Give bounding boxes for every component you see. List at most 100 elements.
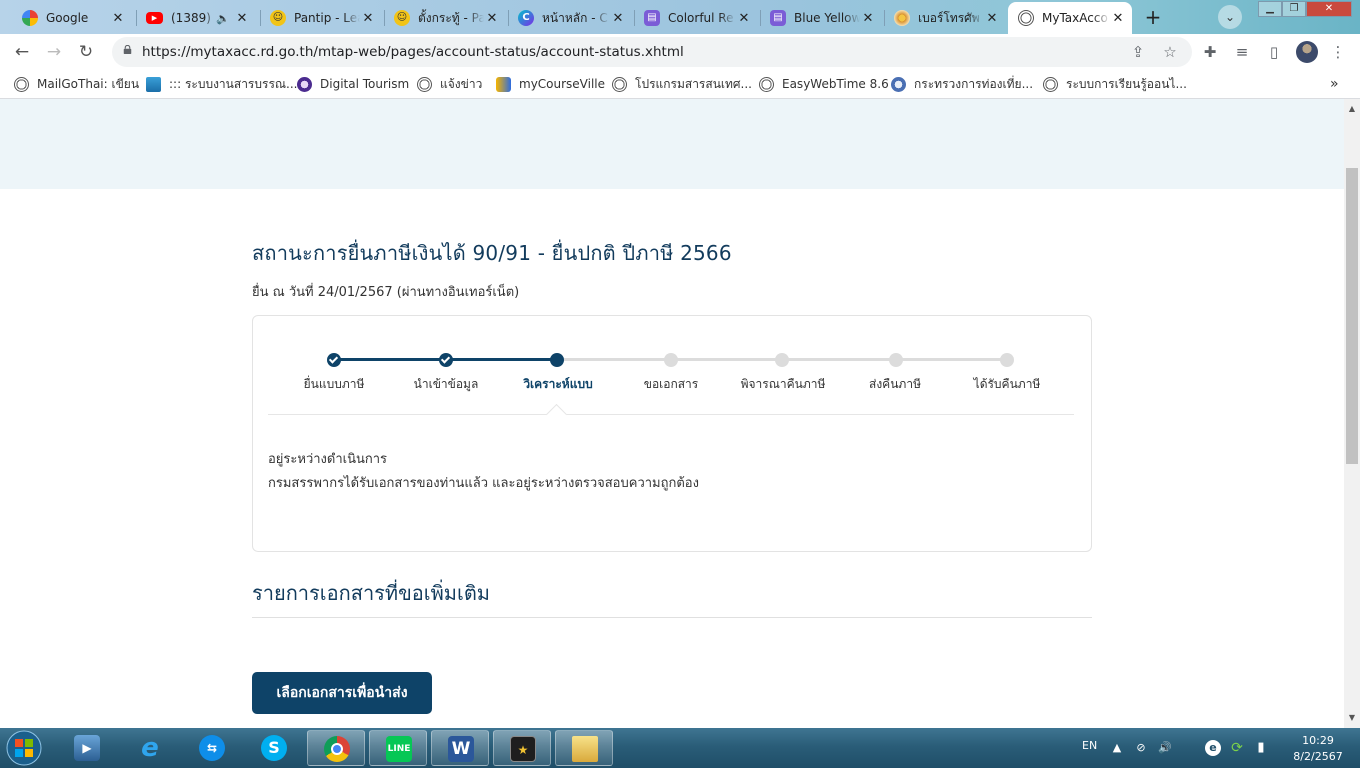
step-dot-pending bbox=[889, 353, 903, 367]
back-arrow-icon[interactable]: ← bbox=[10, 40, 34, 64]
bookmark-item[interactable]: EasyWebTime 8.6 bbox=[759, 75, 889, 93]
tab-title: เบอร์โทรศัพ bbox=[918, 10, 980, 25]
bookmark-item[interactable]: ::: ระบบงานสารบรรณ... bbox=[146, 75, 297, 93]
reload-icon[interactable]: ↻ bbox=[74, 40, 98, 64]
taskbar-app[interactable]: W bbox=[431, 730, 489, 766]
tab-google[interactable]: Google ✕ bbox=[12, 4, 132, 32]
globe-icon bbox=[14, 76, 29, 92]
lock-icon[interactable] bbox=[122, 45, 133, 54]
file-explorer-icon bbox=[572, 736, 598, 762]
avatar[interactable] bbox=[1296, 41, 1318, 63]
bookmark-item[interactable]: โปรแกรมสารสนเทศ... bbox=[612, 75, 752, 93]
show-hidden-icons-icon[interactable]: ▲ bbox=[1109, 740, 1125, 756]
forward-arrow-icon[interactable]: → bbox=[42, 40, 66, 64]
volume-icon[interactable]: 🔊 bbox=[1157, 740, 1173, 756]
network-icon[interactable]: ▮ bbox=[1253, 740, 1269, 756]
scrollbar-thumb[interactable] bbox=[1346, 168, 1358, 464]
step-label-received-refund: ได้รับคืนภาษี bbox=[973, 377, 1041, 391]
browser-toolbar: ← → ↻ https://mytaxacc.rd.go.th/mtap-web… bbox=[0, 34, 1360, 70]
tab-blue-yellow[interactable]: ▤ Blue Yellow ✕ bbox=[760, 4, 882, 32]
close-icon[interactable]: ✕ bbox=[1110, 11, 1126, 26]
tab-colorful[interactable]: ▤ Colorful Re ✕ bbox=[634, 4, 758, 32]
filing-date: ยื่น ณ วันที่ 24/01/2567 (ผ่านทางอินเทอร… bbox=[252, 285, 520, 300]
close-icon[interactable]: ✕ bbox=[984, 11, 1000, 26]
tab-canva[interactable]: C หน้าหลัก - C ✕ bbox=[508, 4, 632, 32]
bookmark-label: EasyWebTime 8.6 bbox=[782, 77, 889, 91]
tab-pantip[interactable]: ☺ Pantip - Lea ✕ bbox=[260, 4, 382, 32]
bookmark-item[interactable]: กระทรวงการท่องเที่ย... bbox=[891, 75, 1033, 93]
extensions-icon[interactable]: ✚ bbox=[1200, 42, 1220, 62]
start-button[interactable] bbox=[2, 728, 46, 768]
canva-icon: C bbox=[518, 10, 534, 26]
menu-kebab-icon[interactable]: ⋮ bbox=[1328, 42, 1348, 62]
content-area: สถานะการยื่นภาษีเงินได้ 90/91 - ยื่นปกติ… bbox=[0, 99, 1344, 728]
globe-icon bbox=[759, 76, 774, 92]
url-text[interactable]: https://mytaxacc.rd.go.th/mtap-web/pages… bbox=[142, 44, 684, 60]
language-indicator[interactable]: EN bbox=[1082, 739, 1097, 752]
taskbar-app[interactable]: ★ bbox=[493, 730, 551, 766]
close-icon[interactable]: ✕ bbox=[736, 11, 752, 26]
internet-explorer-icon: e bbox=[141, 733, 159, 763]
close-icon[interactable]: ✕ bbox=[484, 11, 500, 26]
scroll-up-icon[interactable]: ▲ bbox=[1346, 104, 1358, 116]
windows-taskbar: ▶ e ⇆ S LINE W ★ EN ▲ ⊘ 🔊 e ⟳ ▮ 10:29 8/… bbox=[0, 728, 1360, 768]
media-player-icon: ▶ bbox=[74, 735, 100, 761]
print-icon: ▤ bbox=[770, 10, 786, 26]
bookmark-item[interactable]: myCourseVille bbox=[496, 75, 605, 93]
side-panel-icon[interactable]: ▯ bbox=[1264, 42, 1284, 62]
close-icon[interactable]: ✕ bbox=[860, 11, 876, 26]
page-title: สถานะการยื่นภาษีเงินได้ 90/91 - ยื่นปกติ… bbox=[252, 241, 732, 265]
speaker-icon[interactable]: 🔈 bbox=[216, 12, 230, 25]
close-icon[interactable]: ✕ bbox=[234, 11, 250, 26]
bookmark-item[interactable]: MailGoThai: เขียน bbox=[14, 75, 139, 93]
tab-title: ตั้งกระทู้ - Pa bbox=[418, 10, 484, 25]
taskbar-app[interactable]: LINE bbox=[369, 730, 427, 766]
chevron-down-icon[interactable]: ⌄ bbox=[1218, 5, 1242, 29]
sync-icon[interactable]: ⟳ bbox=[1229, 740, 1245, 756]
taskbar-app[interactable] bbox=[555, 730, 613, 766]
clock-date[interactable]: 8/2/2567 bbox=[1282, 750, 1354, 763]
skype-icon: S bbox=[261, 735, 287, 761]
tab-youtube[interactable]: ▶ (1389) 🔈 ✕ bbox=[136, 4, 256, 32]
antivirus-icon[interactable]: ⊘ bbox=[1133, 740, 1149, 756]
bookmark-item[interactable]: Digital Tourism bbox=[297, 75, 409, 93]
globe-icon bbox=[1018, 10, 1034, 26]
new-tab-button[interactable]: + bbox=[1140, 6, 1166, 28]
close-window-button[interactable]: ✕ bbox=[1306, 1, 1352, 17]
star-icon[interactable]: ☆ bbox=[1160, 42, 1180, 62]
tab-title: MyTaxAcco bbox=[1042, 11, 1108, 25]
step-label-file: ยื่นแบบภาษี bbox=[303, 377, 365, 391]
courseville-icon bbox=[496, 76, 511, 92]
minimize-button[interactable]: ▁ bbox=[1258, 1, 1282, 17]
close-icon[interactable]: ✕ bbox=[610, 11, 626, 26]
tab-mytaxacc[interactable]: MyTaxAcco ✕ bbox=[1008, 2, 1132, 34]
bookmark-item[interactable]: ระบบการเรียนรู้ออนไ... bbox=[1043, 75, 1187, 93]
tray-e-icon[interactable]: e bbox=[1205, 740, 1221, 756]
taskbar-app[interactable]: S bbox=[245, 730, 303, 766]
taskbar-app[interactable]: ▶ bbox=[58, 730, 116, 766]
tab-phone[interactable]: เบอร์โทรศัพ ✕ bbox=[884, 4, 1006, 32]
scroll-down-icon[interactable]: ▼ bbox=[1346, 713, 1358, 725]
tab-pantip-post[interactable]: ☺ ตั้งกระทู้ - Pa ✕ bbox=[384, 4, 506, 32]
more-bookmarks-button[interactable]: » bbox=[1330, 75, 1339, 93]
restore-button[interactable]: ❐ bbox=[1282, 1, 1306, 17]
step-dot-pending bbox=[775, 353, 789, 367]
taskbar-app[interactable]: ⇆ bbox=[183, 730, 241, 766]
globe-icon bbox=[1043, 76, 1058, 92]
close-icon[interactable]: ✕ bbox=[360, 11, 376, 26]
close-icon[interactable]: ✕ bbox=[110, 11, 126, 26]
bookmark-label: Digital Tourism bbox=[320, 77, 410, 91]
address-bar[interactable]: https://mytaxacc.rd.go.th/mtap-web/pages… bbox=[112, 37, 1192, 67]
pantip-icon: ☺ bbox=[270, 10, 286, 26]
step-dot-current bbox=[550, 353, 564, 367]
select-documents-button[interactable]: เลือกเอกสารเพื่อนำส่ง bbox=[252, 672, 432, 714]
emblem-icon bbox=[297, 76, 312, 92]
media-queue-icon[interactable]: ≡ bbox=[1232, 42, 1252, 62]
taskbar-app[interactable]: e bbox=[121, 730, 179, 766]
step-label-import: นำเข้าข้อมูล bbox=[413, 377, 479, 391]
share-icon[interactable]: ⇪ bbox=[1128, 42, 1148, 62]
clock-time[interactable]: 10:29 bbox=[1290, 734, 1346, 747]
taskbar-app-active[interactable] bbox=[307, 730, 365, 766]
bookmark-item[interactable]: แจ้งข่าว bbox=[417, 75, 482, 93]
tab-title: (1389) bbox=[171, 11, 211, 25]
